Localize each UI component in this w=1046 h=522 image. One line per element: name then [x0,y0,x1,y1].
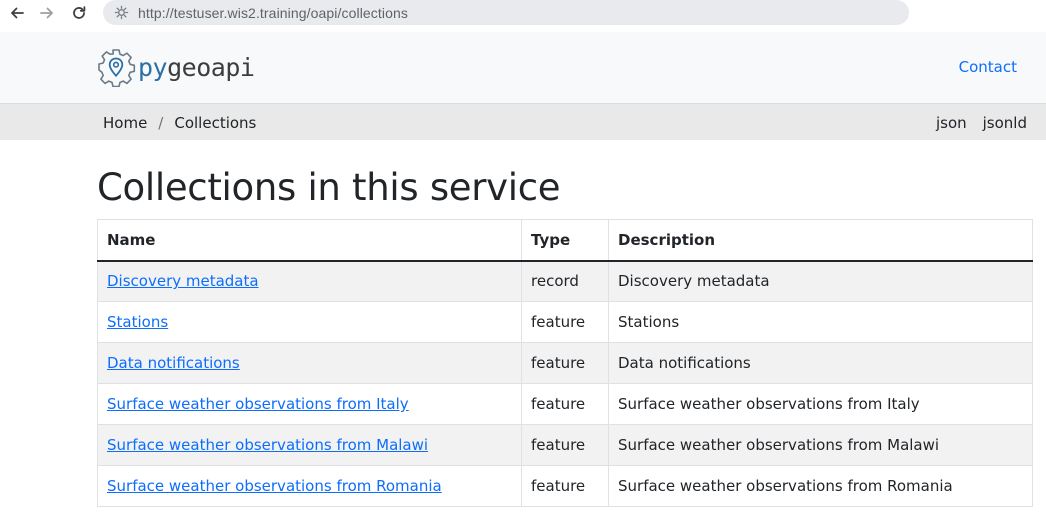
contact-link[interactable]: Contact [959,58,1017,76]
arrow-right-icon [40,7,53,19]
cell-name: Surface weather observations from Romani… [97,465,522,507]
cell-name: Discovery metadata [97,260,522,302]
collection-link[interactable]: Data notifications [107,354,240,372]
url-text[interactable]: http://testuser.wis2.training/oapi/colle… [138,5,408,21]
arrow-left-icon [11,7,24,19]
breadcrumb-current: Collections [174,114,257,132]
cell-type: feature [521,342,609,384]
logo-wordmark: pygeoapi [138,52,255,82]
breadcrumb: Home / Collections [103,114,256,132]
cell-description: Stations [608,301,1033,343]
collection-link[interactable]: Surface weather observations from Romani… [107,477,442,495]
table-row: Stations feature Stations [97,301,1033,343]
collection-link[interactable]: Stations [107,313,168,331]
address-bar[interactable]: http://testuser.wis2.training/oapi/colle… [103,0,909,25]
column-header-name: Name [97,219,522,262]
back-button[interactable] [4,2,30,24]
collection-link[interactable]: Surface weather observations from Malawi [107,436,428,454]
breadcrumb-bar: Home / Collections json jsonld [0,103,1046,140]
cell-description: Surface weather observations from Malawi [608,424,1033,466]
breadcrumb-separator: / [158,114,164,132]
cell-type: feature [521,383,609,425]
collections-table: Name Type Description Discovery metadata… [97,219,1033,507]
table-header-row: Name Type Description [97,219,1033,262]
cell-type: feature [521,424,609,466]
page-title: Collections in this service [97,166,561,209]
cell-type: feature [521,465,609,507]
cell-name: Data notifications [97,342,522,384]
logo-wordmark-py: py [138,52,168,82]
browser-toolbar: http://testuser.wis2.training/oapi/colle… [0,0,1046,32]
table-row: Data notifications feature Data notifica… [97,342,1033,384]
cell-name: Stations [97,301,522,343]
reload-button[interactable] [66,2,92,24]
forward-button[interactable] [34,2,60,24]
collection-link[interactable]: Surface weather observations from Italy [107,395,409,413]
cell-description: Data notifications [608,342,1033,384]
cell-description: Discovery metadata [608,260,1033,302]
table-row: Surface weather observations from Italy … [97,383,1033,425]
jsonld-format-link[interactable]: jsonld [983,114,1027,132]
site-header: pygeoapi Contact [0,32,1046,103]
gear-location-icon [98,49,136,87]
logo-wordmark-geoapi: geoapi [167,52,255,82]
table-row: Surface weather observations from Romani… [97,465,1033,507]
table-row: Discovery metadata record Discovery meta… [97,260,1033,302]
cell-name: Surface weather observations from Italy [97,383,522,425]
cell-description: Surface weather observations from Romani… [608,465,1033,507]
reload-icon [73,6,86,19]
format-links: json jsonld [936,114,1027,132]
collection-link[interactable]: Discovery metadata [107,272,259,290]
table-row: Surface weather observations from Malawi… [97,424,1033,466]
json-format-link[interactable]: json [936,114,967,132]
cell-name: Surface weather observations from Malawi [97,424,522,466]
breadcrumb-home-link[interactable]: Home [103,114,147,132]
site-settings-icon[interactable] [113,4,130,21]
column-header-description: Description [608,219,1033,262]
cell-type: record [521,260,609,302]
column-header-type: Type [521,219,609,262]
pygeoapi-logo[interactable]: pygeoapi [96,46,255,88]
cell-description: Surface weather observations from Italy [608,383,1033,425]
cell-type: feature [521,301,609,343]
